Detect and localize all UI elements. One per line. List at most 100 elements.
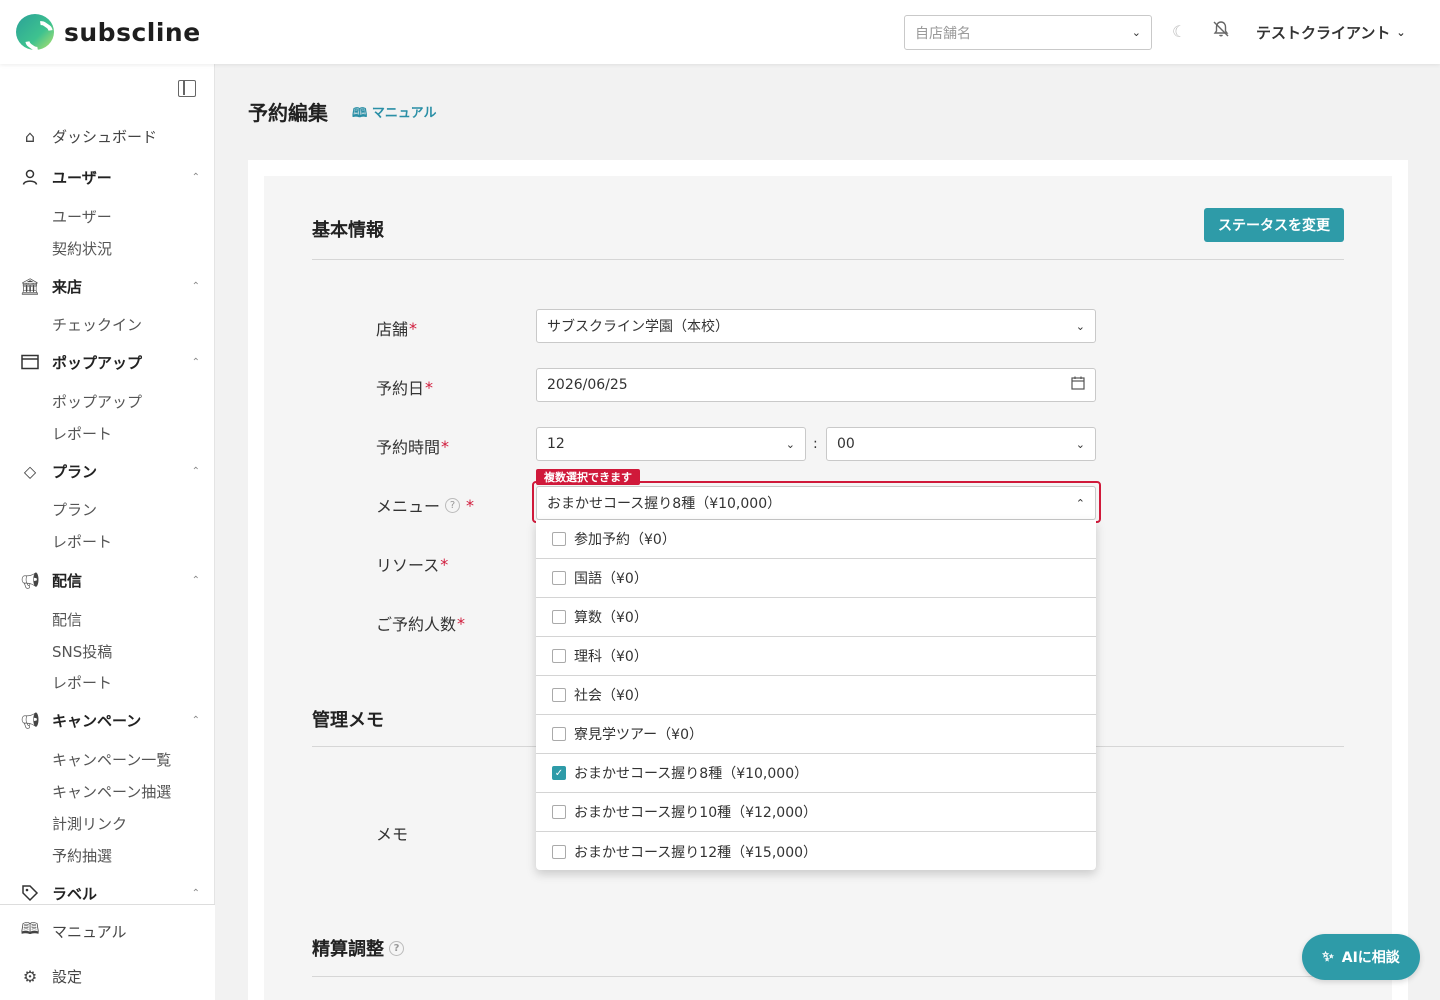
help-icon[interactable]: ? bbox=[445, 497, 461, 513]
required-mark: * bbox=[409, 318, 418, 338]
ai-consult-button[interactable]: ✨︎ AIに相談 bbox=[1302, 934, 1420, 980]
home-icon: ⌂ bbox=[24, 126, 36, 146]
sidebar-item-plan[interactable]: プラン bbox=[52, 499, 97, 520]
menu-option[interactable]: 理科（¥0） bbox=[536, 637, 1096, 676]
checkbox-icon[interactable] bbox=[552, 610, 566, 624]
sidebar-item-delivery[interactable]: 配信 bbox=[52, 609, 82, 630]
megaphone-icon: 📢︎ bbox=[19, 710, 41, 730]
field-label-text: 店舗 bbox=[376, 320, 409, 339]
help-icon[interactable]: ? bbox=[389, 940, 404, 956]
field-label-text: ご予約人数 bbox=[376, 615, 457, 634]
field-label-text: 予約日 bbox=[376, 379, 425, 398]
field-label-date: 予約日 * bbox=[376, 375, 433, 399]
chevron-down-icon: ⌄ bbox=[1396, 26, 1406, 39]
menu-option[interactable]: ✓ おまかせコース握り8種（¥10,000） bbox=[536, 754, 1096, 793]
sidebar-item-campaign-lottery[interactable]: キャンペーン抽選 bbox=[52, 781, 171, 802]
section-divider bbox=[312, 976, 1344, 977]
menu-option[interactable]: おまかせコース握り12種（¥15,000） bbox=[536, 832, 1096, 871]
logo[interactable]: subscline bbox=[16, 14, 201, 50]
hour-select-value: 12 bbox=[547, 436, 565, 452]
chevron-down-icon: ⌄ bbox=[1131, 26, 1141, 39]
date-input[interactable]: 2026/06/25 bbox=[536, 368, 1096, 402]
diamond-icon: ◇ bbox=[23, 461, 37, 481]
sidebar-item-settings[interactable]: ⚙︎ 設定 bbox=[20, 964, 200, 988]
sidebar-item-campaign-list[interactable]: キャンペーン一覧 bbox=[52, 749, 171, 770]
bell-off-icon[interactable] bbox=[1212, 20, 1230, 42]
hour-select[interactable]: 12 ⌄ bbox=[536, 427, 806, 461]
menu-option[interactable]: 寮見学ツアー（¥0） bbox=[536, 715, 1096, 754]
field-label-store: 店舗 * bbox=[376, 316, 417, 340]
required-mark: * bbox=[425, 377, 434, 397]
sidebar-item-manual[interactable]: 🕮︎ マニュアル bbox=[20, 919, 200, 943]
menu-option-label: 寮見学ツアー（¥0） bbox=[574, 727, 703, 743]
sidebar-item-label: ダッシュボード bbox=[52, 127, 158, 146]
menu-option-label: 参加予約（¥0） bbox=[574, 532, 676, 548]
sidebar-group-users[interactable]: ユーザー ⌃ bbox=[20, 165, 200, 189]
field-label-text: 予約時間 bbox=[376, 438, 441, 457]
sidebar-group-label-tags[interactable]: ラベル ⌃ bbox=[20, 881, 200, 905]
user-icon bbox=[20, 167, 40, 187]
minute-select-value: 00 bbox=[837, 436, 855, 452]
header: subscline 自店舗名 ⌄ ☾ テストクライアント ⌄ bbox=[0, 0, 1440, 64]
section-divider bbox=[312, 259, 1344, 260]
calendar-icon[interactable] bbox=[1071, 376, 1085, 394]
checkbox-icon[interactable] bbox=[552, 805, 566, 819]
sidebar-group-popup[interactable]: ポップアップ ⌃ bbox=[20, 350, 200, 374]
checkbox-icon[interactable] bbox=[552, 571, 566, 585]
calendar-svg bbox=[1071, 376, 1085, 390]
sidebar-group-campaign[interactable]: 📢︎ キャンペーン ⌃ bbox=[20, 708, 200, 732]
sidebar-item-checkin[interactable]: チェックイン bbox=[52, 314, 142, 335]
store-select-value: サブスクライン学園（本校） bbox=[547, 319, 729, 335]
checkbox-icon[interactable] bbox=[552, 649, 566, 663]
sidebar-group-delivery[interactable]: 📢︎ 配信 ⌃ bbox=[20, 568, 200, 592]
chevron-down-icon: ⌄ bbox=[1075, 437, 1085, 451]
book-icon: 🕮︎ bbox=[20, 918, 40, 938]
field-label-text: リソース bbox=[376, 556, 440, 575]
checkbox-icon[interactable] bbox=[552, 532, 566, 546]
sidebar-group-label: 来店 bbox=[52, 277, 83, 296]
sidebar-item-sns-post[interactable]: SNS投稿 bbox=[52, 641, 112, 662]
minute-select[interactable]: 00 ⌄ bbox=[826, 427, 1096, 461]
field-label-menu: メニュー ? * bbox=[376, 493, 474, 517]
change-status-button[interactable]: ステータスを変更 bbox=[1204, 208, 1344, 242]
moon-icon[interactable]: ☾ bbox=[1172, 22, 1186, 41]
menu-option[interactable]: 参加予約（¥0） bbox=[536, 520, 1096, 559]
checkbox-icon[interactable] bbox=[552, 844, 566, 859]
required-mark: * bbox=[440, 554, 449, 574]
menu-option[interactable]: 社会（¥0） bbox=[536, 676, 1096, 715]
checkbox-icon[interactable] bbox=[552, 688, 566, 702]
building-icon: 🏛︎ bbox=[19, 276, 41, 296]
sidebar-group-visit[interactable]: 🏛︎ 来店 ⌃ bbox=[20, 274, 200, 298]
sidebar-item-contracts[interactable]: 契約状況 bbox=[52, 238, 112, 259]
sidebar-item-dashboard[interactable]: ⌂ ダッシュボード bbox=[20, 124, 200, 148]
field-label-resource: リソース * bbox=[376, 552, 448, 576]
store-select-field[interactable]: サブスクライン学園（本校） ⌄ bbox=[536, 309, 1096, 343]
sidebar: ⌂ ダッシュボード ユーザー ⌃ ユーザー 契約状況 🏛︎ 来店 ⌃ チェックイ… bbox=[0, 64, 215, 1000]
sidebar-item-popup-report[interactable]: レポート bbox=[52, 423, 112, 444]
required-mark: * bbox=[457, 613, 466, 633]
store-select[interactable]: 自店舗名 ⌄ bbox=[904, 15, 1152, 50]
required-mark: * bbox=[466, 495, 475, 515]
menu-option[interactable]: おまかせコース握り10種（¥12,000） bbox=[536, 793, 1096, 832]
menu-option-label: おまかせコース握り12種（¥15,000） bbox=[574, 844, 818, 861]
sidebar-item-popup[interactable]: ポップアップ bbox=[52, 391, 142, 412]
sidebar-group-plan[interactable]: ◇ プラン ⌃ bbox=[20, 459, 200, 483]
sidebar-item-tracking-link[interactable]: 計測リンク bbox=[52, 813, 127, 834]
client-menu[interactable]: テストクライアント ⌄ bbox=[1256, 22, 1406, 43]
sidebar-group-label: 配信 bbox=[52, 571, 83, 590]
checkbox-icon[interactable] bbox=[552, 727, 566, 741]
sidebar-collapse-icon[interactable] bbox=[178, 80, 196, 97]
chevron-up-icon: ⌃ bbox=[191, 887, 200, 899]
bell-off-svg bbox=[1213, 21, 1229, 37]
sidebar-item-users[interactable]: ユーザー bbox=[52, 206, 112, 227]
menu-dropdown-list: 参加予約（¥0） 国語（¥0） 算数（¥0） 理科（¥0） 社会（¥0） 寮見学ツアー（¥… bbox=[536, 520, 1096, 870]
sidebar-item-reservation-lottery[interactable]: 予約抽選 bbox=[52, 845, 112, 866]
menu-option[interactable]: 国語（¥0） bbox=[536, 559, 1096, 598]
sidebar-item-plan-report[interactable]: レポート bbox=[52, 531, 112, 552]
ai-consult-label: AIに相談 bbox=[1341, 950, 1400, 966]
menu-multi-select[interactable]: おまかせコース握り8種（¥10,000） ⌃ bbox=[536, 486, 1096, 520]
checkbox-checked-icon[interactable]: ✓ bbox=[552, 766, 566, 780]
sidebar-item-delivery-report[interactable]: レポート bbox=[52, 672, 112, 693]
manual-link[interactable]: 🕮︎ マニュアル bbox=[352, 102, 436, 126]
menu-option[interactable]: 算数（¥0） bbox=[536, 598, 1096, 637]
